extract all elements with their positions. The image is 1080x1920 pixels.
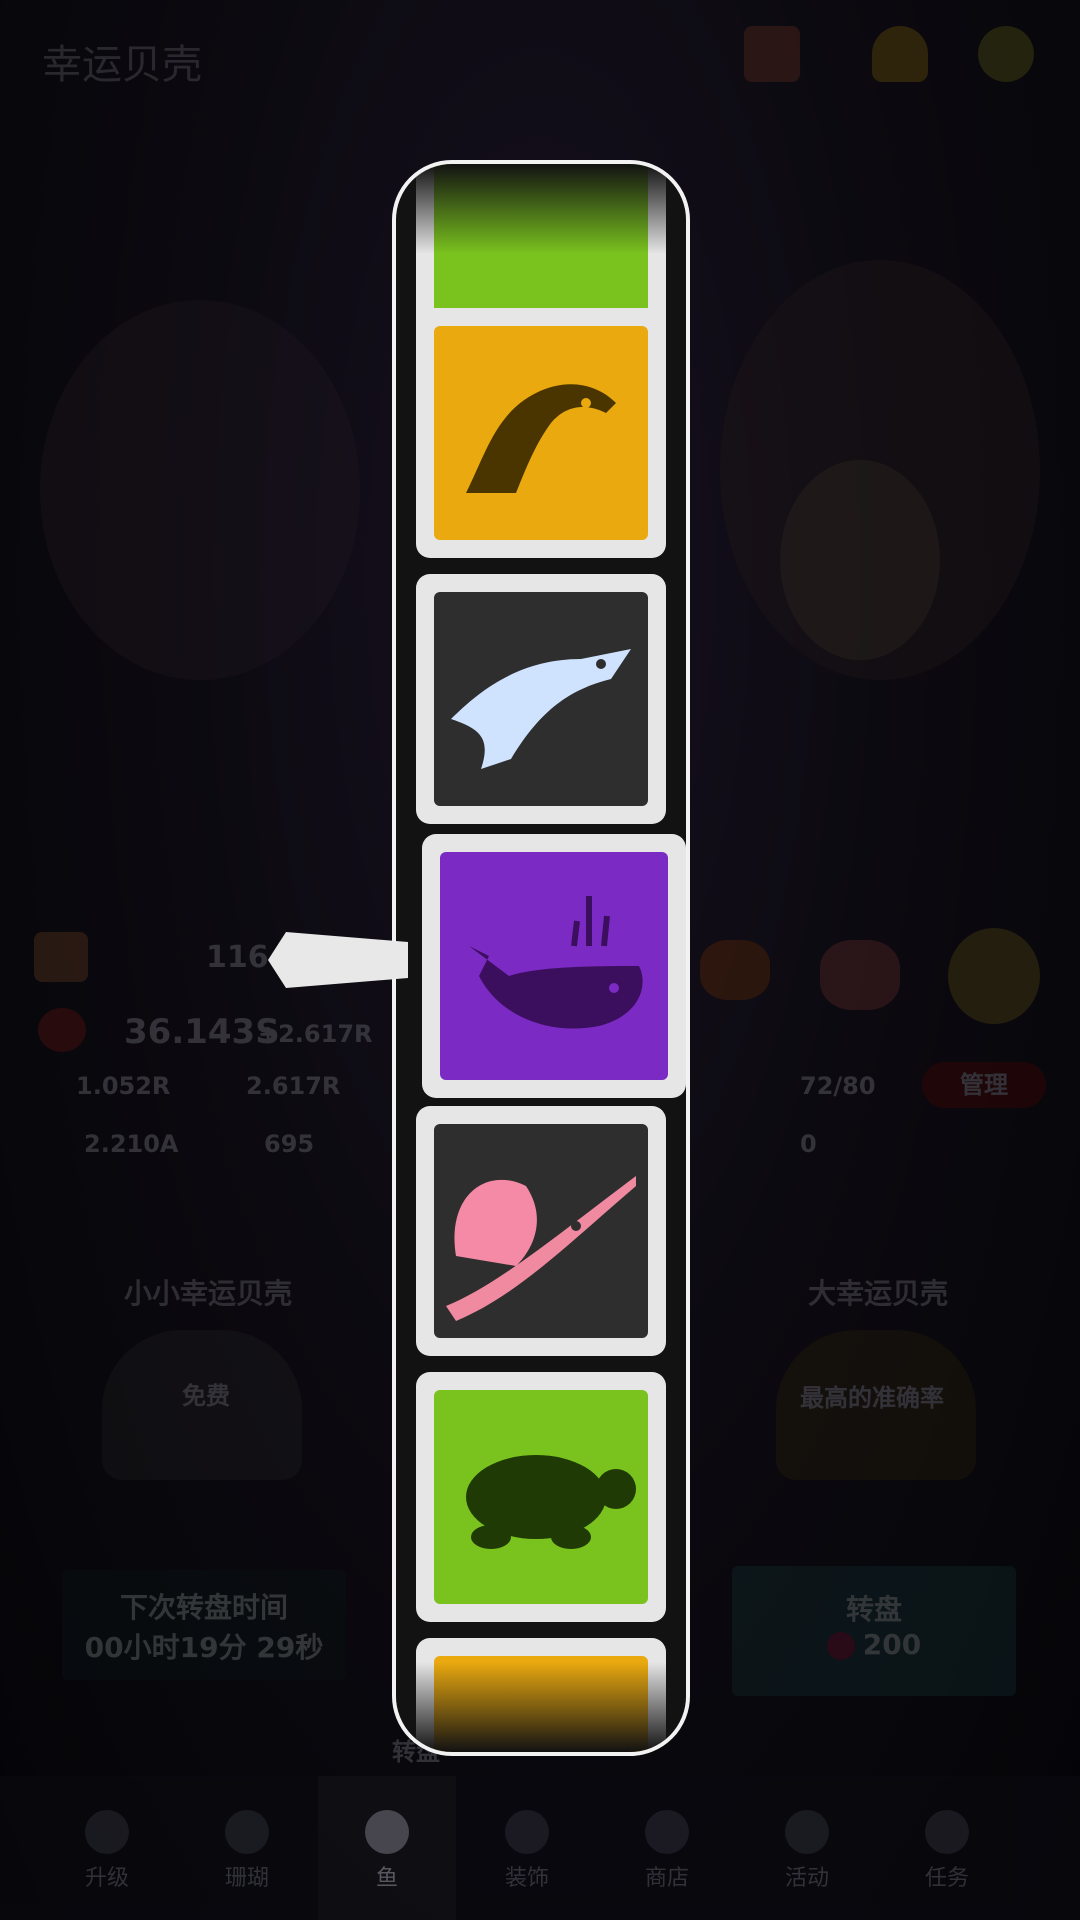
coral-icon xyxy=(225,1810,269,1854)
dolphin-icon xyxy=(466,384,616,493)
nav-label: 装饰 xyxy=(504,1866,549,1891)
reel-tile-whale-selected xyxy=(422,834,686,1098)
reel-tile-turtle xyxy=(416,1372,666,1622)
pointer-arrow-icon xyxy=(268,932,408,988)
event-icon xyxy=(785,1810,829,1854)
slot-reel xyxy=(392,160,690,1756)
tile-inner xyxy=(434,1124,648,1338)
reel-tile-ice-dolphin xyxy=(416,574,666,824)
shop-icon xyxy=(645,1810,689,1854)
nav-upgrade[interactable]: 升级 xyxy=(38,1776,176,1920)
upgrade-icon xyxy=(85,1810,129,1854)
nav-fish[interactable]: 鱼 xyxy=(318,1776,456,1920)
tile-inner xyxy=(434,326,648,540)
fish-icon xyxy=(365,1810,409,1854)
nav-label: 珊瑚 xyxy=(224,1866,269,1891)
nav-label: 活动 xyxy=(784,1866,829,1891)
nav-event[interactable]: 活动 xyxy=(738,1776,876,1920)
reel-tile-dolphin xyxy=(416,308,666,558)
nav-coral[interactable]: 珊瑚 xyxy=(178,1776,316,1920)
quest-icon xyxy=(925,1810,969,1854)
nav-label: 任务 xyxy=(924,1866,969,1891)
decor-icon xyxy=(505,1810,549,1854)
nav-decor[interactable]: 装饰 xyxy=(458,1776,596,1920)
tile-inner xyxy=(440,852,668,1080)
bottom-nav: 升级 珊瑚 鱼 装饰 商店 活动 任务 xyxy=(0,1776,1080,1920)
nav-shop[interactable]: 商店 xyxy=(598,1776,736,1920)
nav-label: 商店 xyxy=(644,1866,689,1891)
reel-pointer xyxy=(268,930,408,994)
turtle-icon xyxy=(466,1455,636,1549)
reel-fade-bottom xyxy=(396,1662,686,1752)
reel-fade-top xyxy=(396,164,686,254)
tile-inner xyxy=(434,1390,648,1604)
ice-dolphin-icon xyxy=(451,649,631,769)
nav-label: 鱼 xyxy=(375,1866,398,1891)
nav-quest[interactable]: 任务 xyxy=(878,1776,1016,1920)
nav-label: 升级 xyxy=(84,1866,129,1891)
reel-tile-sailfish xyxy=(416,1106,666,1356)
tile-inner xyxy=(434,592,648,806)
whale-icon xyxy=(469,896,643,1029)
sailfish-icon xyxy=(446,1176,636,1321)
